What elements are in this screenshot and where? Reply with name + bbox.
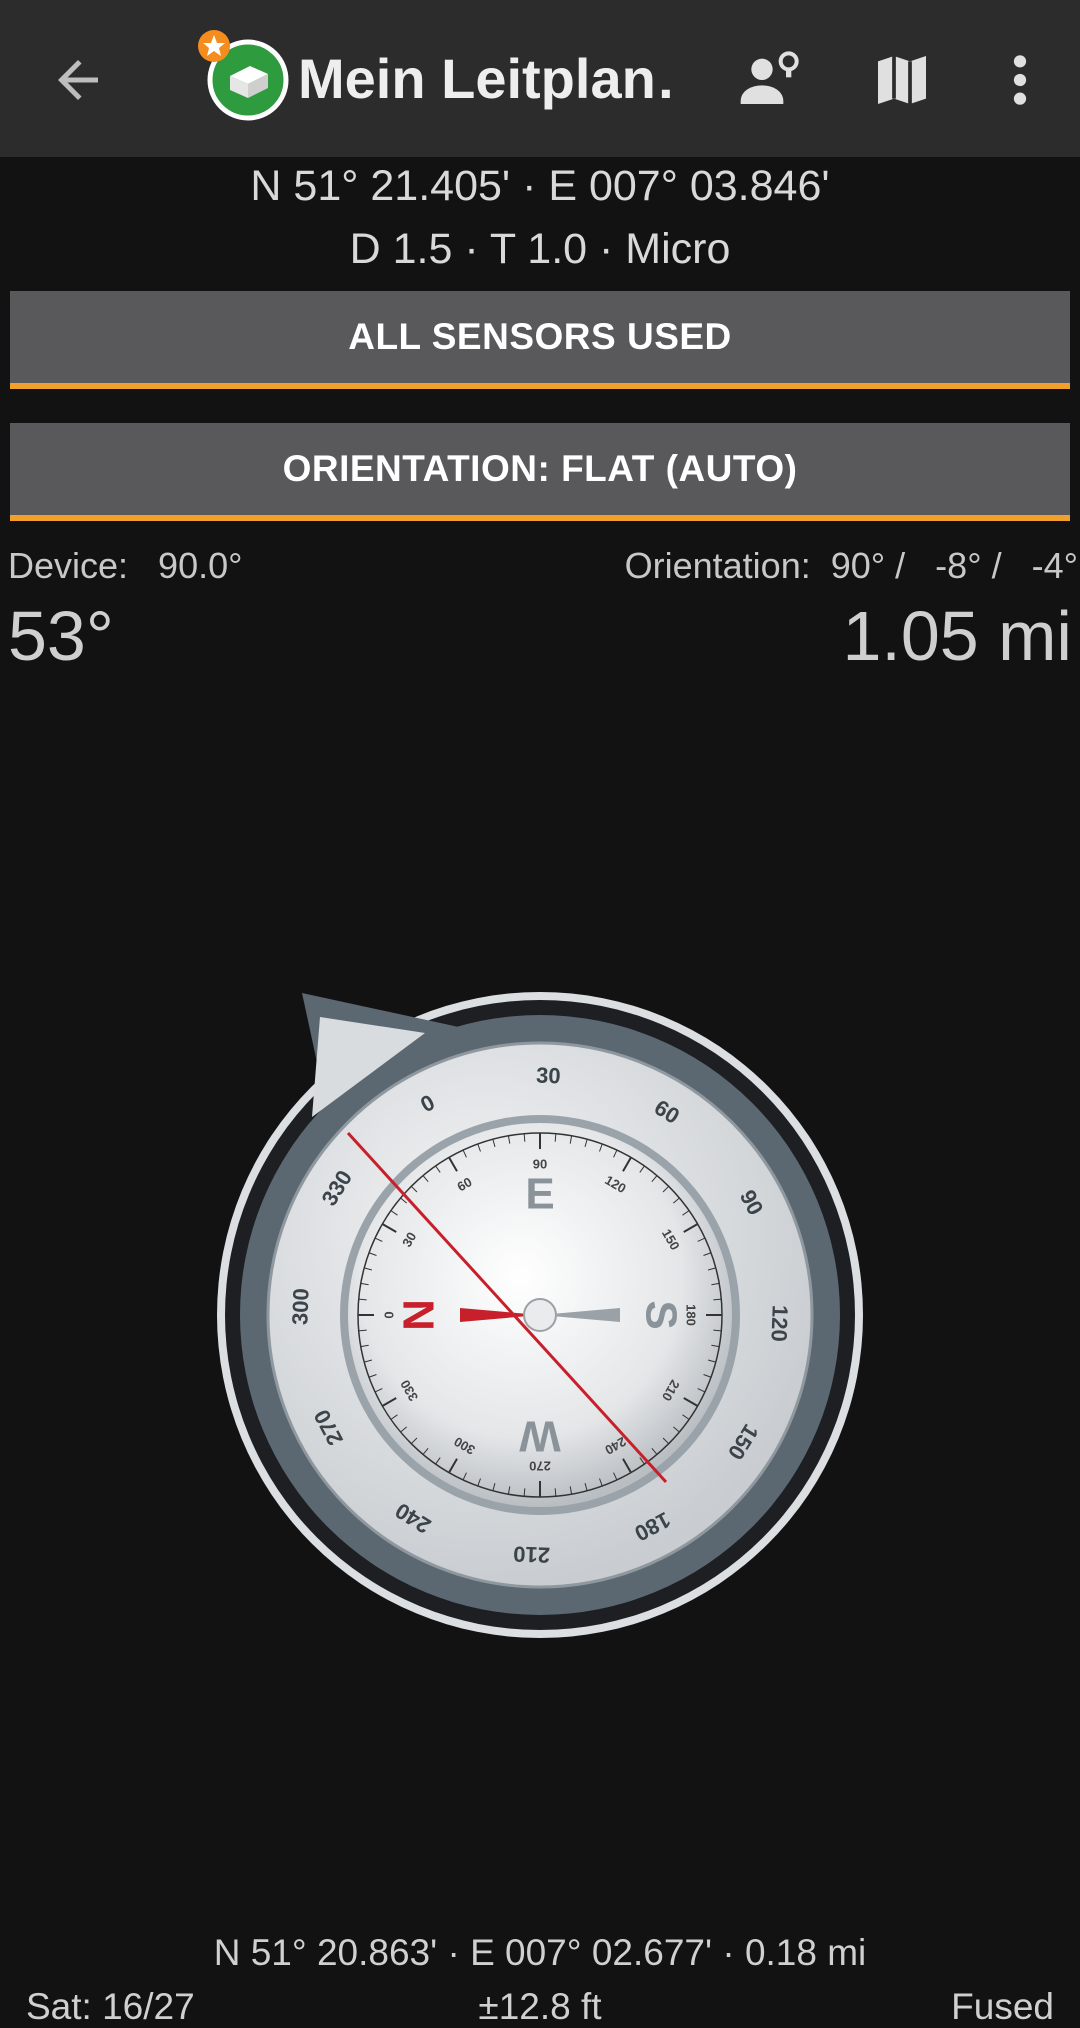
map-icon[interactable] (870, 48, 934, 112)
user-lightbulb-icon[interactable] (738, 48, 802, 112)
arrow-back-icon[interactable] (48, 50, 108, 110)
target-info: N 51° 21.405' · E 007° 03.846' D 1.5 · T… (0, 162, 1080, 274)
orientation-button[interactable]: ORIENTATION: FLAT (AUTO) (10, 423, 1070, 521)
cardinal-s: S (636, 1300, 685, 1329)
orientation-label: Orientation: 90° / -8° / -4° (624, 545, 1078, 586)
bezel-label: 30 (536, 1063, 561, 1089)
device-heading-label: Device: 90.0° (8, 545, 243, 586)
more-vert-icon[interactable] (988, 48, 1052, 112)
cardinal-n: N (395, 1299, 444, 1331)
location-provider: Fused (951, 1986, 1054, 2027)
bezel-label: 120 (766, 1305, 792, 1343)
sensors-button[interactable]: ALL SENSORS USED (10, 291, 1070, 389)
app-bar: Mein Leitplan… (0, 0, 1080, 157)
traditional-cache-icon (198, 30, 289, 121)
bearing-value: 53° (8, 597, 114, 675)
dial-tick (554, 1488, 557, 1497)
cardinal-e: E (525, 1170, 554, 1219)
dial-tick (523, 1488, 526, 1497)
target-coordinates: N 51° 21.405' · E 007° 03.846' (250, 162, 830, 210)
current-position: N 51° 20.863' · E 007° 02.677' · 0.18 mi (213, 1932, 867, 1973)
dial-tick (523, 1133, 526, 1142)
cache-details: D 1.5 · T 1.0 · Micro (349, 225, 731, 273)
dial-tick (358, 1298, 367, 1301)
dial-tick (713, 1298, 722, 1301)
compass-graphic: 0306090120150180210240270300330 03060901… (217, 992, 863, 1638)
dial-tick (713, 1329, 722, 1332)
distance-value: 1.05 mi (842, 597, 1072, 675)
cardinal-w: W (519, 1411, 561, 1460)
compass: 0 30 60 90 120 150 180 210 240 270 300 330 0 30 60 90 1… (200, 975, 880, 1655)
page-title: Mein Leitplan… (298, 47, 678, 110)
dial-tick (358, 1329, 367, 1332)
bezel-label: 210 (513, 1541, 551, 1567)
dial-tick (554, 1133, 557, 1142)
gps-accuracy: ±12.8 ft (478, 1986, 602, 2027)
bezel-label: 300 (287, 1288, 313, 1326)
